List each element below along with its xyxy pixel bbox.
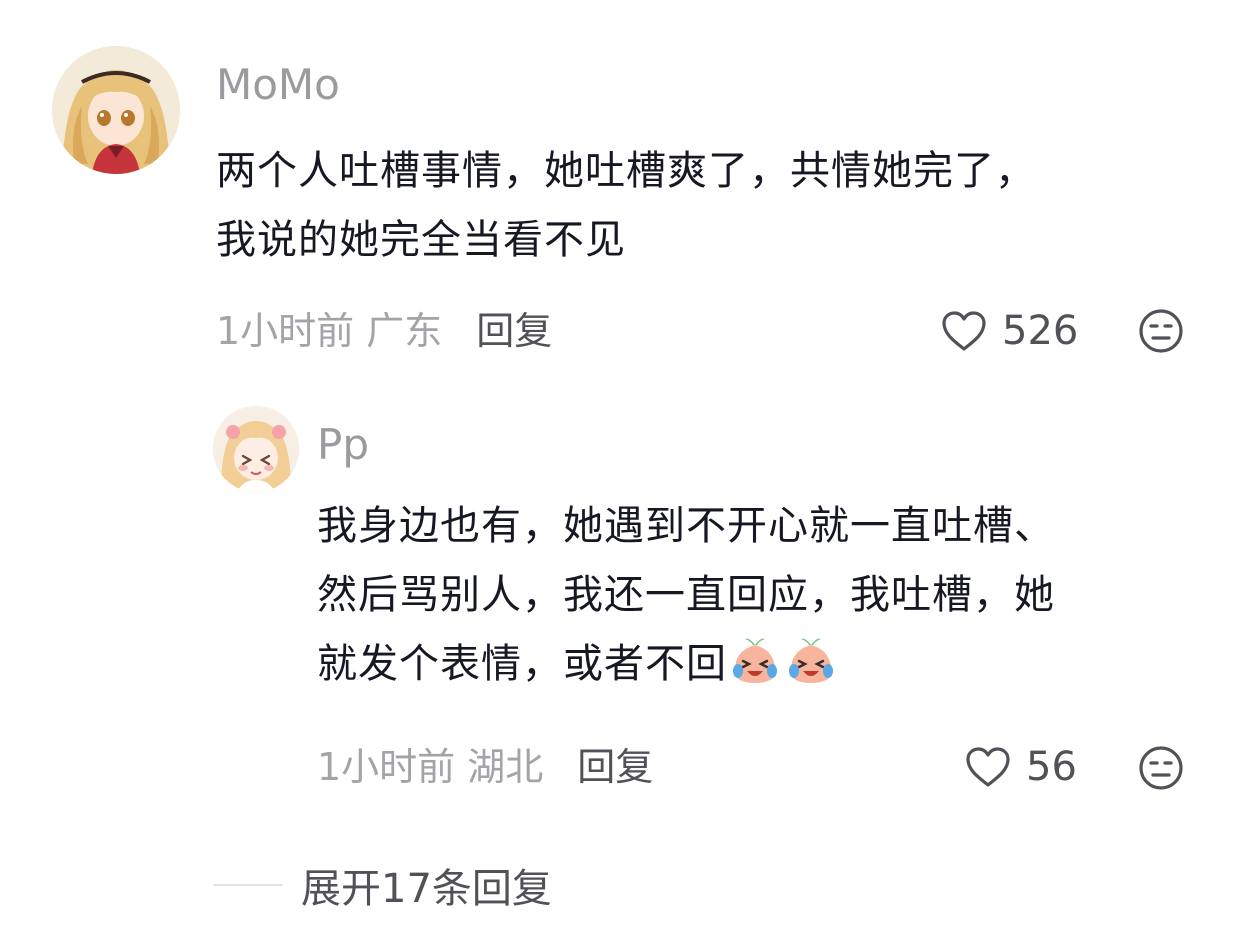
divider-line — [213, 884, 283, 886]
dislike-button[interactable] — [1137, 307, 1185, 355]
reply-like-button[interactable]: 56 — [964, 744, 1077, 790]
comment-text: 两个人吐槽事情，她吐槽爽了，共情她完了， 我说的她完全当看不见 — [216, 137, 1216, 275]
expand-replies-button[interactable]: 展开17条回复 — [213, 856, 552, 914]
avatar-image — [52, 46, 180, 174]
expand-replies-label[interactable]: 展开17条回复 — [301, 856, 552, 914]
reply-dislike-button[interactable] — [1137, 744, 1185, 792]
reply-username[interactable]: Pp — [317, 420, 369, 470]
avatar-image — [213, 406, 299, 492]
like-count: 56 — [1026, 744, 1077, 790]
comment-username[interactable]: MoMo — [216, 60, 340, 110]
reply-button[interactable]: 回复 — [577, 745, 653, 789]
crying-laughing-face-icon — [727, 631, 783, 687]
reply-text-line: 就发个表情，或者不回 — [317, 630, 1217, 699]
reply-region: 湖北 — [467, 745, 544, 789]
reply-time: 1小时前 — [317, 745, 456, 789]
comment-thread: MoMo 两个人吐槽事情，她吐槽爽了，共情她完了， 我说的她完全当看不见 1小时… — [0, 0, 1260, 945]
comment-region: 广东 — [366, 309, 443, 353]
reply-meta: 1小时前 湖北 回复 — [317, 744, 653, 790]
heart-icon — [942, 311, 986, 351]
crying-laughing-face-icon — [783, 631, 839, 687]
neutral-face-icon — [1139, 309, 1183, 353]
avatar[interactable] — [52, 46, 180, 174]
heart-icon — [966, 747, 1010, 787]
like-count: 526 — [1002, 308, 1079, 354]
comment-meta: 1小时前 广东 回复 — [216, 308, 552, 354]
like-button[interactable]: 526 — [940, 308, 1078, 354]
neutral-face-icon — [1139, 746, 1183, 790]
reply-text-line-content: 就发个表情，或者不回 — [317, 641, 727, 687]
reply-text-line: 然后骂别人，我还一直回应，我吐槽，她 — [317, 572, 1055, 618]
reply-text-line: 我身边也有，她遇到不开心就一直吐槽、 — [317, 503, 1055, 549]
comment-text-line: 我说的她完全当看不见 — [216, 217, 626, 263]
comment-time: 1小时前 — [216, 309, 355, 353]
reply-text: 我身边也有，她遇到不开心就一直吐槽、 然后骂别人，我还一直回应，我吐槽，她 就发… — [317, 492, 1217, 699]
reply-avatar[interactable] — [213, 406, 299, 492]
reply-button[interactable]: 回复 — [476, 309, 552, 353]
comment-text-line: 两个人吐槽事情，她吐槽爽了，共情她完了， — [216, 148, 1036, 194]
